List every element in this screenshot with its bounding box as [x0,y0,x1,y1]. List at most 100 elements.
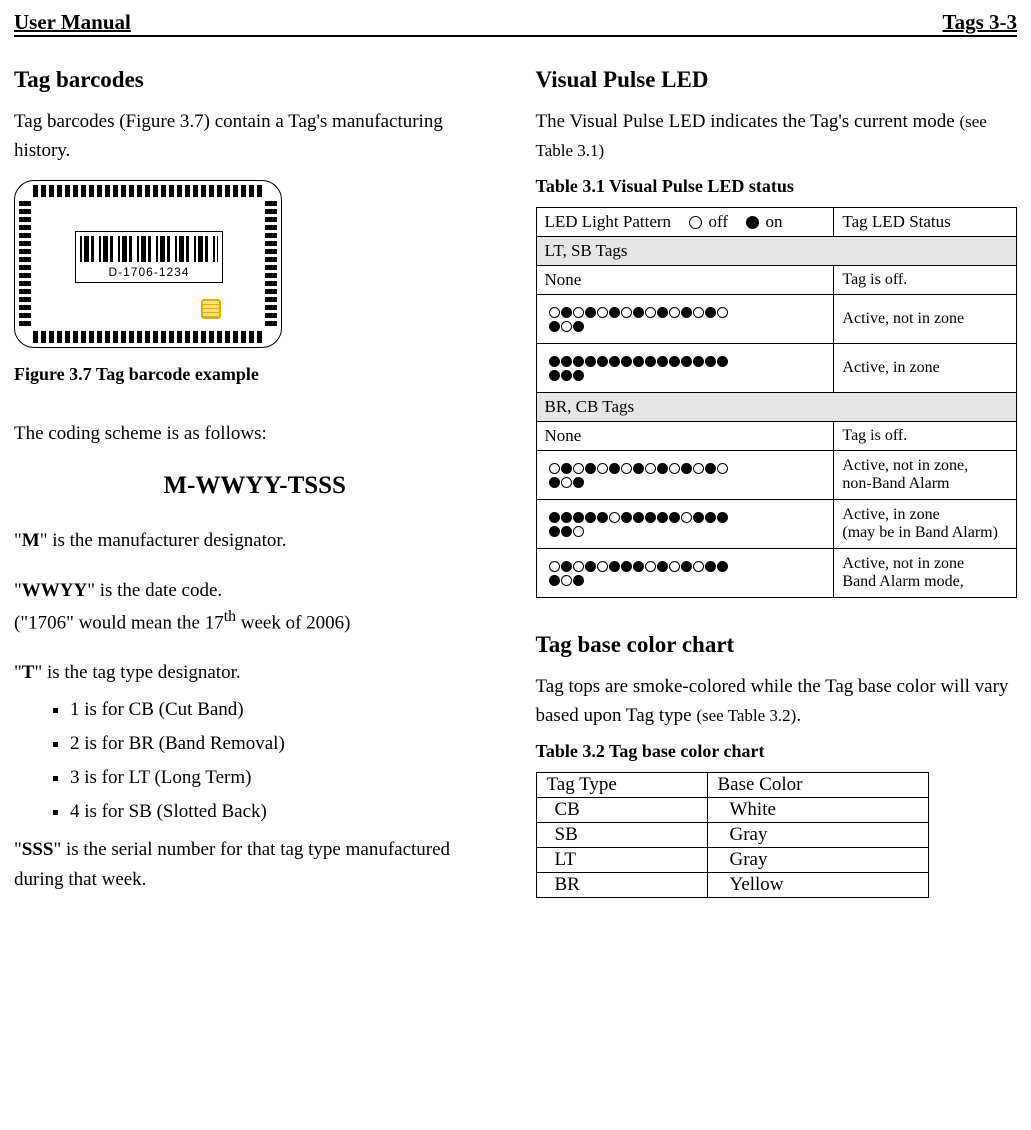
lt-pattern-active-notzone [536,294,834,343]
led-on-icon [585,512,596,523]
led-on-icon [609,307,620,318]
led-on-icon [585,356,596,367]
section-br-cb: BR, CB Tags [536,392,1017,421]
page-header: User Manual Tags 3-3 [14,10,1017,37]
base-col-color: Base Color [707,772,928,797]
led-off-icon [561,321,572,332]
led-on-icon [561,356,572,367]
led-on-icon [573,370,584,381]
br-r2b: non-Band Alarm [842,475,1008,493]
led-intro-a: The Visual Pulse LED indicates the Tag's… [536,111,960,132]
sss-pre: " [14,839,22,860]
led-on-icon [549,526,560,537]
lt-status-active-inzone: Active, in zone [834,343,1017,392]
base-type-br: BR [536,872,707,897]
led-on-icon [633,307,644,318]
list-item: 3 is for LT (Long Term) [70,767,496,789]
led-off-icon [549,561,560,572]
right-column: Visual Pulse LED The Visual Pulse LED in… [536,67,1018,898]
led-off-icon [717,463,728,474]
led-on-icon [561,463,572,474]
led-on-icon [681,307,692,318]
basecolor-intro: Tag tops are smoke-colored while the Tag… [536,672,1018,731]
led-on-icon [669,512,680,523]
led-on-icon [573,356,584,367]
wwyy-post: " is the date code. [87,580,222,601]
led-off-icon [549,307,560,318]
led-on-icon [717,512,728,523]
led-header-status: Tag LED Status [834,207,1017,236]
led-on-icon [561,307,572,318]
legend-on-icon [746,216,759,229]
led-on-icon [549,477,560,488]
led-on-icon [549,356,560,367]
led-header-pattern-text: LED Light Pattern [545,212,672,231]
chip-icon [201,299,221,319]
barcode-label-box: D-1706-1234 [75,231,223,283]
table-row: LT Gray [536,847,928,872]
table-3-2-caption: Table 3.2 Tag base color chart [536,741,1018,762]
left-column: Tag barcodes Tag barcodes (Figure 3.7) c… [14,67,496,898]
sss-post: " is the serial number for that tag type… [14,839,450,889]
led-on-icon [705,356,716,367]
led-on-icon [609,561,620,572]
led-on-icon [681,561,692,572]
base-color-sb: Gray [707,822,928,847]
scheme-string: M-WWYY-TSSS [14,472,496,500]
wwyy-pre: " [14,580,22,601]
led-on-icon [621,512,632,523]
wwyy-line: "WWYY" is the date code. [14,576,496,605]
led-on-icon [549,321,560,332]
br-r3a: Active, in zone [842,506,1008,524]
m-pre: " [14,530,22,551]
led-on-icon [633,463,644,474]
legend-off-text: off [709,212,729,231]
sss-line: "SSS" is the serial number for that tag … [14,835,496,894]
legend-on-text: on [766,212,783,231]
br-status-off: Tag is off. [834,421,1017,450]
led-on-icon [549,575,560,586]
base-col-type: Tag Type [536,772,707,797]
led-on-icon [549,512,560,523]
led-off-icon [597,561,608,572]
base-type-sb: SB [536,822,707,847]
led-on-icon [717,356,728,367]
led-on-icon [705,307,716,318]
led-off-icon [645,463,656,474]
led-off-icon [573,561,584,572]
led-off-icon [669,463,680,474]
scheme-intro: The coding scheme is as follows: [14,419,496,448]
br-r4a: Active, not in zone [842,555,1008,573]
list-item: 1 is for CB (Cut Band) [70,699,496,721]
wwyy-ex-post: week of 2006) [236,613,351,634]
wwyy-b: WWYY [22,580,87,601]
t-b: T [22,662,35,683]
led-off-icon [669,561,680,572]
led-on-icon [573,575,584,586]
led-off-icon [693,463,704,474]
led-off-icon [693,307,704,318]
br-r4b: Band Alarm mode, [842,573,1008,591]
br-pattern-active-inzone [536,499,834,548]
lt-pattern-active-inzone [536,343,834,392]
tag-type-list: 1 is for CB (Cut Band) 2 is for BR (Band… [14,699,496,823]
led-on-icon [597,512,608,523]
led-on-icon [549,370,560,381]
base-color-cb: White [707,797,928,822]
section-title-basecolor: Tag base color chart [536,632,1018,658]
section-lt-sb: LT, SB Tags [536,236,1017,265]
led-off-icon [573,463,584,474]
wwyy-example: ("1706" would mean the 17th week of 2006… [14,605,496,638]
led-on-icon [633,356,644,367]
m-line: "M" is the manufacturer designator. [14,526,496,555]
led-on-icon [657,512,668,523]
sss-b: SSS [22,839,54,860]
led-on-icon [681,463,692,474]
base-ic: . [796,705,801,726]
led-on-icon [597,356,608,367]
table-row: BR Yellow [536,872,928,897]
br-status-active-inzone: Active, in zone (may be in Band Alarm) [834,499,1017,548]
header-right: Tags 3-3 [943,10,1018,35]
led-on-icon [717,561,728,572]
br-r3b: (may be in Band Alarm) [842,524,1008,542]
